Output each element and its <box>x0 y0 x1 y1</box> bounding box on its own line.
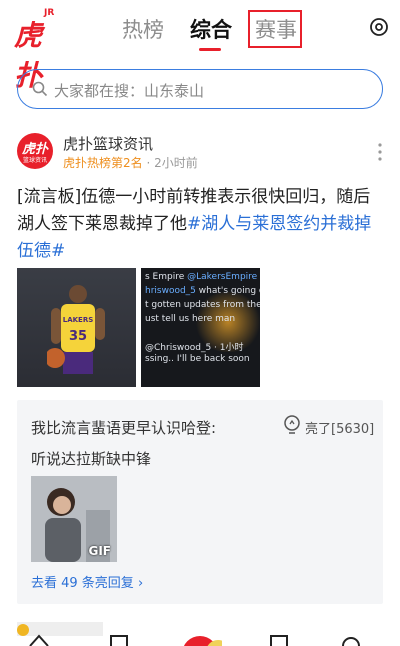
reply-text-2: 听说达拉斯缺中锋 <box>31 450 152 468</box>
tab-events[interactable]: 赛事 <box>255 14 297 44</box>
light-count[interactable]: 亮了[5630] <box>305 418 374 437</box>
author-name[interactable]: 虎扑篮球资讯 <box>63 133 153 154</box>
more-replies-link[interactable]: 去看 49 条亮回复 › <box>31 572 143 591</box>
post-button-icon[interactable] <box>180 632 222 646</box>
rank-badge: 虎扑热榜第2名 <box>63 156 143 170</box>
post-meta: 虎扑热榜第2名 · 2小时前 <box>63 156 198 170</box>
reply-gif[interactable]: GIF <box>31 476 117 562</box>
tweet-line: t gotten updates from the tea <box>145 300 260 310</box>
message-icon[interactable] <box>268 632 290 646</box>
tweet-line: @Chriswood_5 · 1小时 <box>145 343 244 353</box>
search-placeholder: 大家都在搜：山东泰山 <box>54 82 205 100</box>
player-figure: 35 LAKERS <box>47 285 105 374</box>
gif-label: GIF <box>88 544 111 558</box>
logo-badge: JR <box>44 8 55 18</box>
tab-hot[interactable]: 热榜 <box>122 14 164 44</box>
tab-all[interactable]: 综合 <box>190 14 232 44</box>
home-icon[interactable] <box>28 632 50 646</box>
player-photo[interactable]: 35 LAKERS <box>17 268 136 387</box>
tweet-line: ssing.. I'll be back soon <box>145 354 250 364</box>
top-reply-card[interactable]: 我比流言蜚语更早认识哈登: 亮了[5630] 听说达拉斯缺中锋 GIF 去看 4… <box>17 400 383 604</box>
basketball-icon[interactable] <box>369 17 389 37</box>
avatar-subtext: 篮球资讯 <box>22 157 47 164</box>
tweet-line: s Empire @LakersEmpire <box>145 272 258 282</box>
top-bar: 虎扑 JR 热榜 综合 赛事 <box>0 0 400 92</box>
search-icon <box>32 81 48 97</box>
hupu-logo[interactable]: 虎扑 JR <box>14 8 60 92</box>
jersey-number: 35 <box>69 329 87 344</box>
more-options-icon[interactable] <box>377 143 383 161</box>
active-tab-indicator <box>199 48 221 51</box>
post-time: 2小时前 <box>154 156 198 170</box>
post-body[interactable]: [流言板]伍德一小时前转推表示很快回归，随后湖人签下莱恩裁掉了他#湖人与莱恩签约… <box>17 184 379 265</box>
lightbulb-icon[interactable] <box>283 415 301 435</box>
tweet-line: ust tell us here man <box>145 314 236 324</box>
tweet-line: hriswood_5 what's going on w <box>145 286 260 296</box>
profile-icon[interactable] <box>340 632 362 646</box>
list-icon[interactable] <box>108 632 130 646</box>
search-bar[interactable]: 大家都在搜：山东泰山 <box>17 69 383 109</box>
bottom-nav <box>0 626 400 646</box>
avatar[interactable]: 虎扑 篮球资讯 <box>17 133 53 169</box>
jersey-team: LAKERS <box>63 316 94 324</box>
tweet-screenshot[interactable]: s Empire @LakersEmpire hriswood_5 what's… <box>141 268 260 387</box>
post-header: 虎扑 篮球资讯 虎扑篮球资讯 虎扑热榜第2名 · 2小时前 <box>17 130 387 172</box>
reply-text: 我比流言蜚语更早认识哈登: <box>31 419 217 437</box>
